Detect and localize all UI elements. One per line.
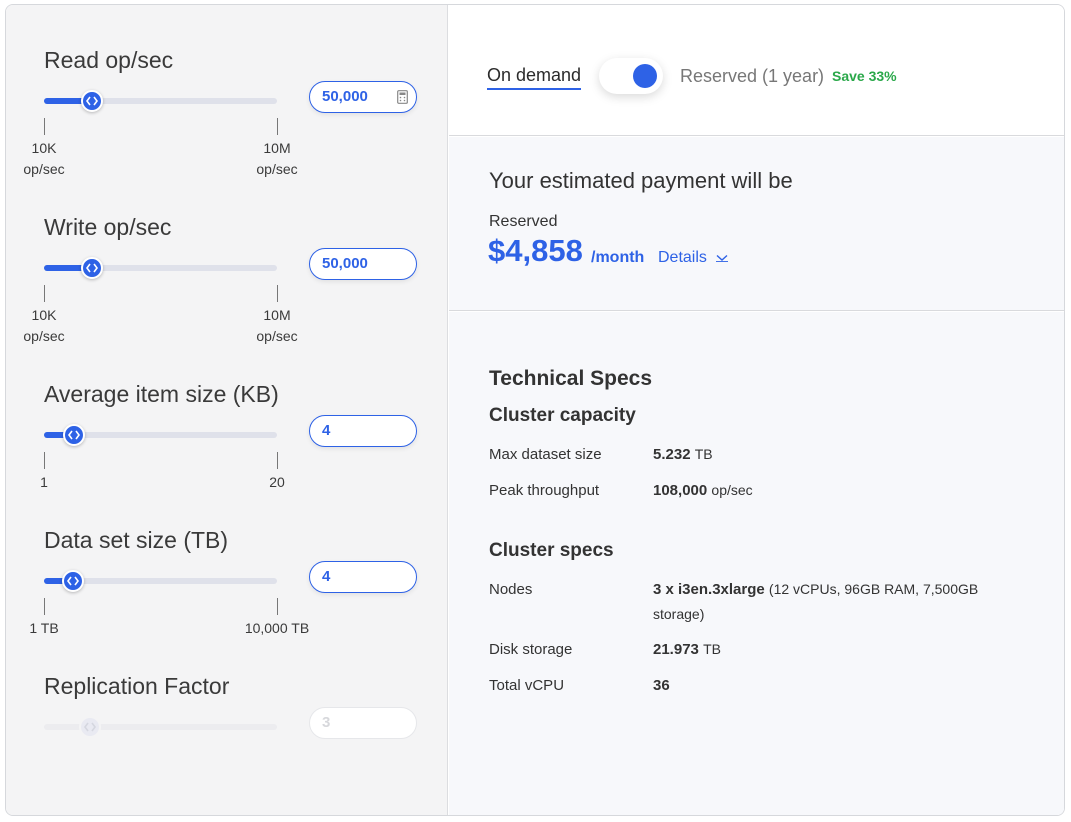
pricing-mode-toggle[interactable]: [599, 58, 663, 94]
max-tick: [277, 598, 278, 615]
item-size-value: 4: [322, 422, 331, 439]
chevrons-left-right-icon: [68, 430, 81, 440]
estimated-payment-section: Your estimated payment will be Reserved …: [449, 137, 1064, 311]
replication-factor-slider: [44, 716, 277, 738]
read-ops-value: 50,000: [322, 88, 368, 105]
on-demand-option[interactable]: On demand: [487, 65, 582, 90]
chevrons-left-right-icon: [66, 576, 79, 586]
workload-inputs-panel: Read op/sec 10Kop/sec 10Mop/sec 50,000: [6, 5, 448, 815]
spec-key: Disk storage: [489, 641, 573, 658]
read-ops-input[interactable]: 50,000: [309, 81, 417, 113]
pricing-summary-panel: On demand Reserved (1 year) Save 33% You…: [449, 5, 1064, 815]
min-tick: [44, 285, 45, 302]
replication-factor-title: Replication Factor: [44, 673, 230, 699]
dataset-size-title: Data set size (TB): [44, 527, 229, 553]
write-ops-input[interactable]: 50,000: [309, 248, 417, 280]
spec-value: 3 x i3en.3xlarge (12 vCPUs, 96GB RAM, 7,…: [653, 581, 979, 622]
replication-factor-input: 3: [309, 707, 417, 739]
payment-title: Your estimated payment will be: [489, 168, 793, 193]
read-ops-slider-handle[interactable]: [81, 90, 104, 112]
chevrons-left-right-icon: [86, 263, 99, 273]
spec-key: Total vCPU: [489, 677, 565, 694]
chevron-down-icon: [716, 254, 729, 262]
pricing-calculator-card: Read op/sec 10Kop/sec 10Mop/sec 50,000: [5, 4, 1065, 816]
pricing-toggle-row: On demand Reserved (1 year) Save 33%: [449, 5, 1064, 136]
write-ops-title: Write op/sec: [44, 214, 172, 240]
reserved-option[interactable]: Reserved (1 year): [680, 66, 824, 87]
max-tick: [277, 452, 278, 469]
save-badge: Save 33%: [832, 68, 897, 84]
read-ops-slider[interactable]: [44, 90, 277, 112]
dataset-size-input[interactable]: 4: [309, 561, 417, 593]
replication-factor-slider-handle: [78, 716, 101, 738]
spec-key: Peak throughput: [489, 482, 600, 499]
details-label: Details: [658, 249, 707, 266]
toggle-knob: [633, 64, 657, 88]
item-size-slider-handle[interactable]: [63, 424, 86, 446]
payment-price: $4,858: [488, 233, 583, 268]
item-size-slider[interactable]: [44, 424, 277, 446]
spec-value: 21.973 TB: [653, 641, 721, 658]
dataset-size-slider-handle[interactable]: [61, 570, 84, 592]
payment-unit: /month: [591, 249, 645, 266]
max-label: 20: [269, 474, 285, 490]
min-tick: [44, 118, 45, 135]
spec-key: Nodes: [489, 581, 533, 598]
spec-value: 108,000 op/sec: [653, 482, 753, 499]
technical-specs-section: Technical Specs Cluster capacity Max dat…: [449, 312, 1064, 815]
replication-factor-value: 3: [322, 714, 331, 731]
spec-key: Max dataset size: [489, 446, 602, 463]
min-tick: [44, 598, 45, 615]
spec-value: 36: [653, 677, 670, 694]
read-ops-title: Read op/sec: [44, 47, 174, 73]
spec-value: 5.232 TB: [653, 446, 713, 463]
chevrons-left-right-icon: [86, 96, 99, 106]
item-size-title: Average item size (KB): [44, 381, 279, 407]
dataset-size-slider[interactable]: [44, 570, 277, 592]
min-label: 1: [40, 474, 48, 490]
cluster-specs-title: Cluster specs: [489, 540, 614, 561]
max-label: 10M op/sec: [256, 307, 298, 344]
min-label: 10K op/sec: [23, 307, 65, 344]
max-tick: [277, 285, 278, 302]
cluster-capacity-title: Cluster capacity: [489, 405, 636, 426]
max-tick: [277, 118, 278, 135]
write-ops-slider[interactable]: [44, 257, 277, 279]
dataset-size-value: 4: [322, 568, 331, 585]
min-tick: [44, 452, 45, 469]
max-label: 10M op/sec: [256, 140, 298, 177]
write-ops-value: 50,000: [322, 255, 368, 272]
calculator-icon[interactable]: [397, 90, 408, 104]
chevrons-left-right-icon: [83, 722, 96, 732]
details-link[interactable]: Details: [658, 249, 729, 267]
min-label: 10K op/sec: [23, 140, 65, 177]
min-label: 1 TB: [29, 620, 59, 636]
write-ops-slider-handle[interactable]: [81, 257, 104, 279]
specs-title: Technical Specs: [489, 367, 653, 390]
item-size-input[interactable]: 4: [309, 415, 417, 447]
payment-type: Reserved: [489, 213, 558, 230]
max-label: 10,000 TB: [244, 620, 310, 636]
